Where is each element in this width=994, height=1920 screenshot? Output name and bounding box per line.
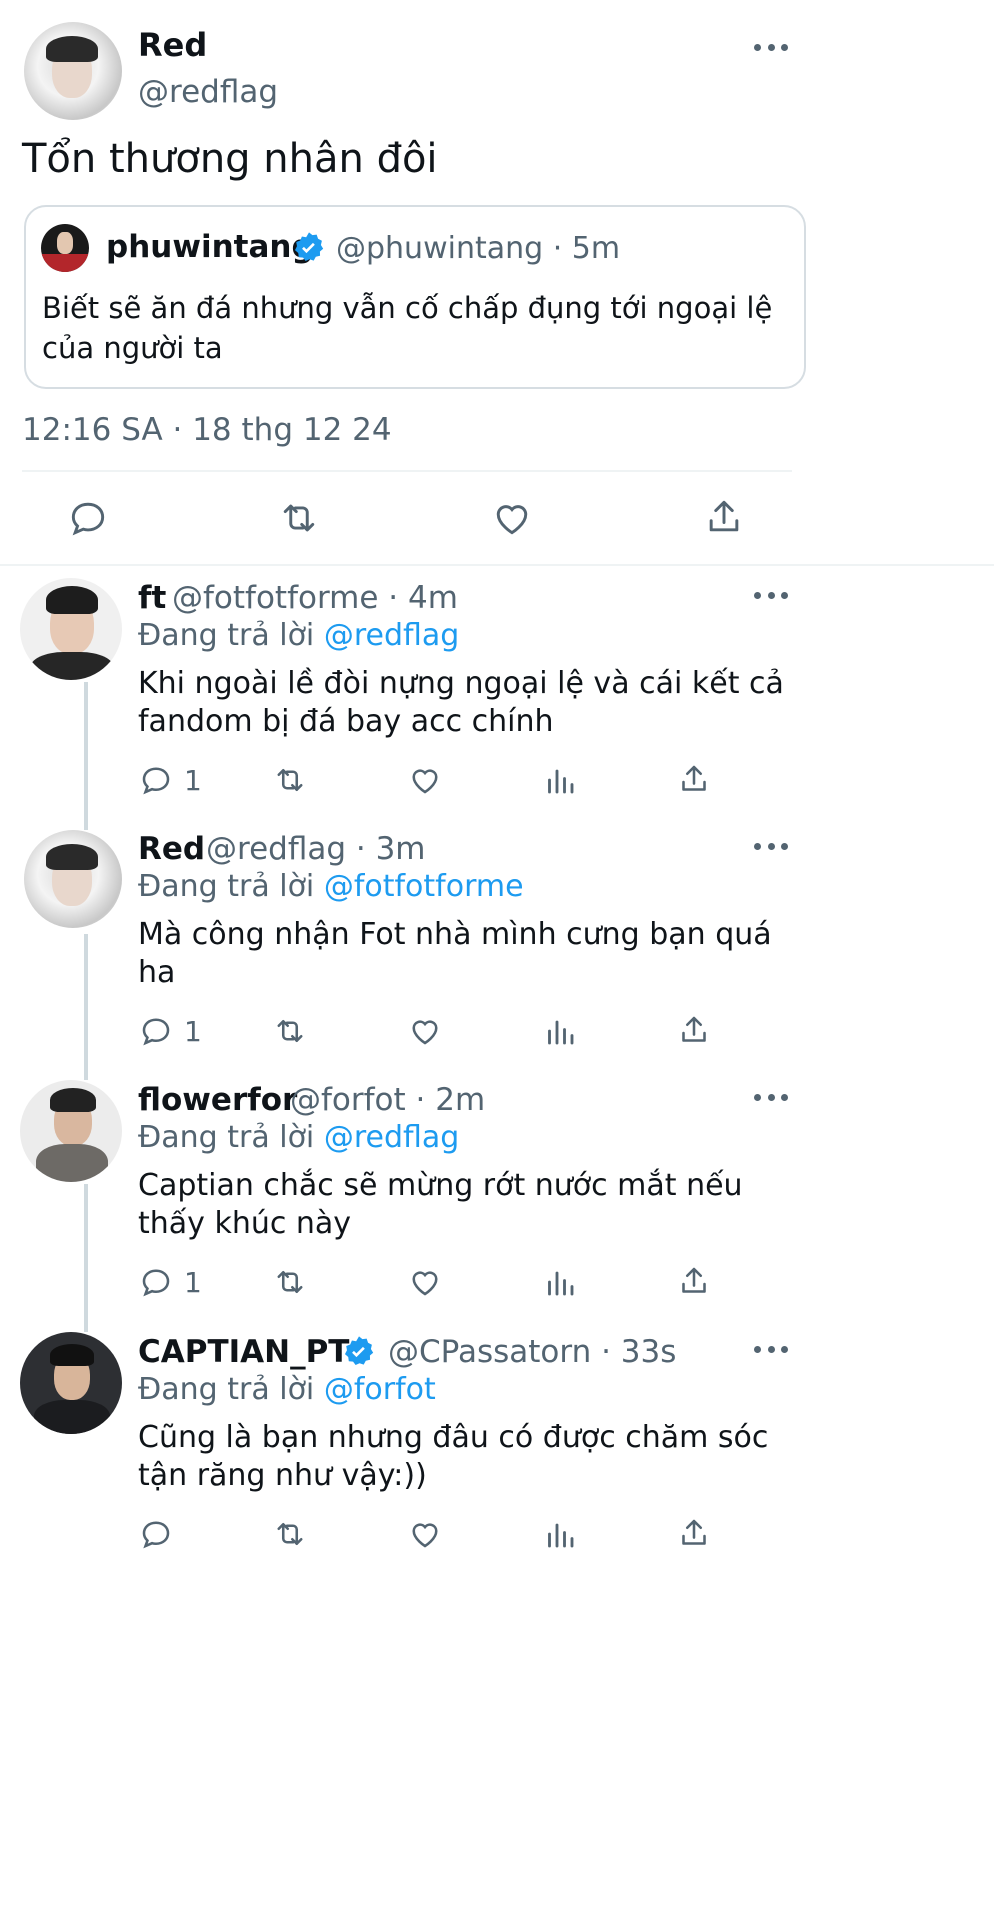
author-name[interactable]: Red (138, 26, 207, 64)
replying-to: Đang trả lời @forfot (138, 1372, 436, 1407)
reply-count: 1 (184, 1014, 202, 1048)
reply-icon (138, 762, 174, 798)
retweet-icon[interactable] (270, 1264, 310, 1300)
author-handle[interactable]: @redflag (138, 74, 278, 110)
reply-icon[interactable] (66, 496, 110, 540)
reply-icon (138, 1516, 174, 1552)
reply-handle-time[interactable]: @redflag · 3m (206, 831, 426, 867)
avatar[interactable] (20, 1332, 122, 1434)
reply-handle-time[interactable]: @fotfotforme · 4m (172, 580, 458, 616)
reply-text-line-1: Mà công nhận Fot nhà mình cưng bạn quá (138, 917, 772, 952)
replying-prefix: Đang trả lời (138, 618, 315, 653)
reply-button[interactable]: 1 (138, 1013, 202, 1049)
views-icon[interactable] (542, 1013, 578, 1049)
quoted-text-line-1: Biết sẽ ăn đá nhưng vẫn cố chấp đụng tới… (42, 291, 773, 325)
like-icon[interactable] (406, 762, 444, 798)
more-options-icon[interactable] (754, 1346, 788, 1356)
share-icon[interactable] (676, 760, 712, 798)
more-options-icon[interactable] (754, 843, 788, 853)
views-icon[interactable] (542, 762, 578, 798)
views-icon[interactable] (542, 1264, 578, 1300)
like-icon[interactable] (406, 1013, 444, 1049)
section-divider (0, 564, 994, 566)
like-icon[interactable] (406, 1264, 444, 1300)
replying-to: Đang trả lời @redflag (138, 618, 459, 653)
replying-prefix: Đang trả lời (138, 869, 315, 904)
more-options-icon[interactable] (754, 44, 788, 54)
reply-text-line-1: Khi ngoài lề đòi nựng ngoại lệ và cái kế… (138, 666, 784, 701)
avatar[interactable] (20, 578, 122, 680)
retweet-icon[interactable] (276, 496, 322, 540)
reply-count: 1 (184, 763, 202, 797)
reply-author-name[interactable]: Red (138, 831, 205, 867)
replying-prefix: Đang trả lời (138, 1120, 315, 1155)
share-icon[interactable] (676, 1011, 712, 1049)
replying-prefix: Đang trả lời (138, 1372, 315, 1407)
thread-line (84, 1184, 88, 1332)
avatar (41, 224, 89, 272)
share-icon[interactable] (702, 494, 746, 540)
avatar[interactable] (24, 22, 122, 120)
share-icon[interactable] (676, 1262, 712, 1300)
quoted-tweet-card[interactable]: phuwintang @phuwintang · 5m Biết sẽ ăn đ… (24, 205, 806, 389)
avatar[interactable] (20, 1080, 122, 1182)
verified-badge-icon (342, 1335, 376, 1369)
reply-button[interactable]: 1 (138, 762, 202, 798)
replying-to-handle-link[interactable]: @redflag (324, 1120, 460, 1155)
replying-to-handle-link[interactable]: @fotfotforme (324, 869, 524, 904)
avatar[interactable] (24, 830, 122, 928)
more-options-icon[interactable] (754, 592, 788, 602)
retweet-icon[interactable] (270, 762, 310, 798)
views-icon[interactable] (542, 1516, 578, 1552)
reply-text-line-1: Cũng là bạn nhưng đâu có được chăm sóc (138, 1420, 769, 1455)
reply-text-line-1: Captian chắc sẽ mừng rớt nước mắt nếu (138, 1168, 743, 1203)
divider (22, 470, 792, 472)
thread-line (84, 682, 88, 830)
reply-text-line-2: thấy khúc này (138, 1206, 352, 1241)
more-options-icon[interactable] (754, 1094, 788, 1104)
reply-icon (138, 1264, 174, 1300)
reply-author-name[interactable]: ft (138, 580, 166, 616)
retweet-icon[interactable] (270, 1516, 310, 1552)
replying-to: Đang trả lời @fotfotforme (138, 869, 524, 904)
reply-button[interactable] (138, 1516, 174, 1552)
share-icon[interactable] (676, 1514, 712, 1552)
like-icon[interactable] (406, 1516, 444, 1552)
replying-to-handle-link[interactable]: @forfot (324, 1372, 436, 1407)
tweet-timestamp: 12:16 SA · 18 thg 12 24 (22, 412, 392, 448)
quoted-handle-time: @phuwintang · 5m (336, 231, 621, 266)
retweet-icon[interactable] (270, 1013, 310, 1049)
replying-to-handle-link[interactable]: @redflag (324, 618, 460, 653)
reply-text-line-2: fandom bị đá bay acc chính (138, 704, 554, 739)
thread-line (84, 934, 88, 1080)
reply-text-line-2: tận răng như vậy:)) (138, 1458, 427, 1493)
like-icon[interactable] (490, 496, 534, 540)
reply-handle-time[interactable]: @CPassatorn · 33s (388, 1334, 676, 1370)
tweet-text: Tổn thương nhân đôi (22, 136, 438, 182)
reply-icon (138, 1013, 174, 1049)
reply-author-name[interactable]: flowerfor (138, 1082, 297, 1118)
verified-badge-icon (292, 231, 326, 265)
reply-count: 1 (184, 1265, 202, 1299)
quoted-text-line-2: của người ta (42, 331, 223, 365)
reply-button[interactable]: 1 (138, 1264, 202, 1300)
reply-handle-time[interactable]: @forfot · 2m (290, 1082, 485, 1118)
replying-to: Đang trả lời @redflag (138, 1120, 459, 1155)
reply-text-line-2: ha (138, 955, 176, 990)
quoted-author-name: phuwintang (106, 229, 314, 265)
reply-author-name[interactable]: CAPTIAN_PT (138, 1334, 349, 1370)
